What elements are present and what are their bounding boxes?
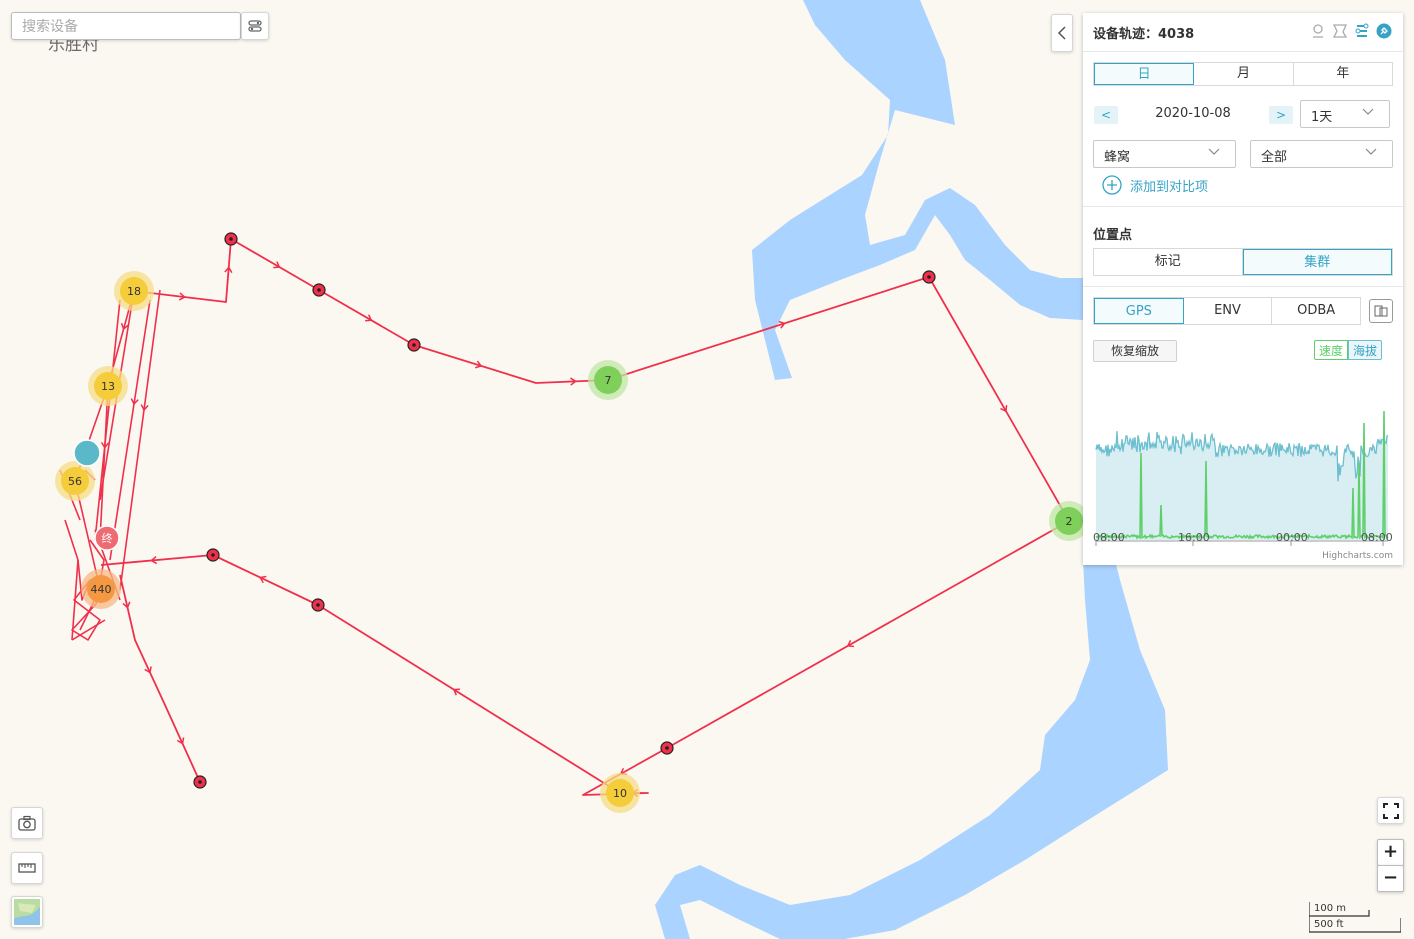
cluster-count: 13 (101, 380, 115, 393)
cluster-count: 440 (91, 583, 112, 596)
filter-icon (248, 20, 262, 32)
filter-value: 全部 (1261, 150, 1288, 165)
waypoint-center (317, 288, 321, 292)
track-points (193, 232, 936, 789)
sensor-tabs: GPS ENV ODBA (1093, 297, 1361, 325)
filter-select[interactable]: 全部 (1250, 140, 1393, 168)
waypoint-center (665, 746, 669, 750)
cluster-marker[interactable]: 13 (88, 366, 128, 406)
tab-day[interactable]: 日 (1094, 63, 1195, 85)
fullscreen-icon (1382, 802, 1399, 819)
tab-gps[interactable]: GPS (1094, 298, 1184, 324)
chart-credit: Highcharts.com (1322, 551, 1393, 561)
chevron-left-icon (1057, 26, 1066, 40)
add-compare-label: 添加到对比项 (1130, 179, 1209, 195)
waypoint-center (198, 780, 202, 784)
tab-odba[interactable]: ODBA (1272, 298, 1360, 324)
next-date-button[interactable]: > (1269, 106, 1293, 124)
cluster-marker[interactable]: 18 (114, 271, 154, 311)
chevron-down-icon (1364, 144, 1378, 162)
zoom-in-button[interactable]: + (1377, 839, 1404, 866)
track-arrows (100, 261, 1008, 799)
track-lines (59, 238, 1070, 796)
panel-header: 设备轨迹：4038 (1083, 13, 1403, 52)
cluster-marker[interactable]: 10 (600, 773, 640, 813)
prev-date-button[interactable]: < (1094, 106, 1118, 124)
camera-icon (18, 815, 36, 831)
point-mode-tabs: 标记 集群 (1093, 248, 1393, 276)
copy-icon (1374, 305, 1388, 317)
cluster-markers: 18 13 56 440 7 2 10 终 (55, 271, 1089, 813)
fullscreen-button[interactable] (1377, 797, 1404, 824)
end-marker[interactable]: 终 (94, 525, 120, 551)
cluster-count: 18 (127, 285, 141, 298)
x-tick-label: 08:00 (1361, 531, 1393, 544)
chart-x-axis-labels: 08:00 16:00 00:00 08:00 (1083, 531, 1403, 545)
track-panel: 设备轨迹：4038 日 月 年 < 2020-10-08 > 1天 蜂窝 全部 … (1083, 13, 1403, 565)
chevron-down-icon (1361, 104, 1375, 122)
device-search-input[interactable] (11, 12, 241, 40)
cluster-count: 2 (1066, 515, 1073, 528)
x-tick-label: 16:00 (1178, 531, 1210, 544)
start-marker[interactable] (73, 439, 101, 467)
location-pin-icon[interactable] (1309, 22, 1327, 40)
map-layer-icon (14, 899, 40, 925)
reset-zoom-button[interactable]: 恢复缩放 (1093, 340, 1177, 362)
panel-title: 设备轨迹：4038 (1093, 26, 1195, 42)
metric-toggle: 速度 海拔 (1314, 340, 1383, 360)
chevron-down-icon (1207, 144, 1221, 162)
waypoint-center (927, 275, 931, 279)
basemap-button[interactable] (11, 896, 43, 928)
waypoint-center (412, 343, 416, 347)
cluster-marker[interactable]: 440 (81, 569, 121, 609)
network-select[interactable]: 蜂窝 (1093, 140, 1236, 168)
metric-altitude[interactable]: 海拔 (1348, 340, 1383, 360)
cluster-marker[interactable]: 56 (55, 461, 95, 501)
pin-icon[interactable] (1375, 22, 1393, 40)
period-tabs: 日 月 年 (1093, 62, 1393, 86)
add-compare-link[interactable]: 添加到对比项 (1102, 175, 1208, 195)
cluster-count: 10 (613, 787, 627, 800)
waypoint-center (211, 553, 215, 557)
tab-year[interactable]: 年 (1294, 63, 1392, 85)
scale-bar: 100 m 500 ft (1309, 902, 1401, 934)
x-tick-label: 00:00 (1276, 531, 1308, 544)
x-tick-label: 08:00 (1093, 531, 1125, 544)
measure-button[interactable] (11, 852, 43, 884)
date-value[interactable]: 2020-10-08 (1143, 106, 1243, 121)
waypoint-center (229, 237, 233, 241)
collapse-panel-button[interactable] (1051, 14, 1073, 52)
range-select[interactable]: 1天 (1300, 100, 1390, 128)
metric-speed[interactable]: 速度 (1314, 340, 1349, 360)
points-section-title: 位置点 (1093, 228, 1133, 243)
network-value: 蜂窝 (1104, 150, 1131, 165)
tab-cluster[interactable]: 集群 (1242, 249, 1392, 275)
ruler-icon (18, 863, 36, 873)
screenshot-button[interactable] (11, 807, 43, 839)
cluster-count: 7 (605, 374, 612, 387)
filter-button[interactable] (241, 12, 269, 40)
add-circle-icon (1102, 175, 1122, 195)
polygon-icon[interactable] (1331, 22, 1349, 40)
route-icon[interactable] (1353, 22, 1371, 40)
cluster-marker[interactable]: 7 (588, 360, 628, 400)
tab-marker[interactable]: 标记 (1094, 249, 1243, 275)
waypoint-center (316, 603, 320, 607)
tab-env[interactable]: ENV (1184, 298, 1273, 324)
scale-meters: 100 m (1314, 903, 1347, 914)
zoom-out-button[interactable]: − (1377, 865, 1404, 892)
cluster-count: 56 (68, 475, 82, 488)
range-value: 1天 (1311, 110, 1333, 125)
compare-button[interactable] (1369, 299, 1393, 323)
divider (1083, 206, 1403, 207)
tab-month[interactable]: 月 (1194, 63, 1294, 85)
end-marker-label: 终 (102, 531, 113, 545)
scale-feet: 500 ft (1314, 919, 1344, 930)
divider (1083, 286, 1403, 287)
